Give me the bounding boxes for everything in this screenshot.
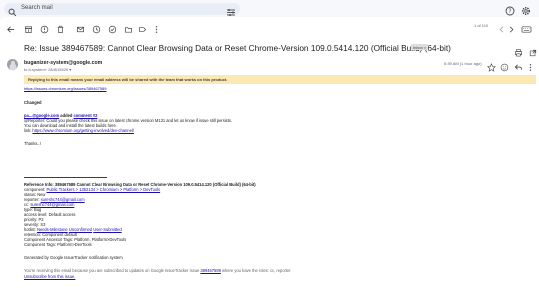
labels-icon[interactable]	[138, 21, 147, 39]
issue-link[interactable]: https://issues.chromium.org/issues/38946…	[24, 86, 107, 91]
component-link[interactable]: Public Trackers > 1362134 > Chromium > P…	[47, 187, 161, 192]
search-bar[interactable]: Search mail	[4, 3, 240, 17]
warning-text: Replying to this email means your email …	[28, 77, 228, 82]
footer-suffix: where you have the roles: cc, reporter	[222, 268, 291, 273]
footer-issue-link[interactable]: 389467589	[200, 268, 221, 273]
sender-avatar	[7, 59, 18, 70]
footer-prefix: You're receiving this email because you …	[24, 268, 200, 273]
pagination-count: 1 of 110	[474, 22, 489, 28]
sender-address[interactable]: buganizer-system@google.com	[24, 60, 102, 66]
top-bar: Search mail ?	[0, 0, 539, 17]
inbox-label-badge[interactable]: Inbox ×	[411, 44, 429, 50]
more-options-icon[interactable]	[152, 21, 161, 39]
older-chevron-icon[interactable]	[508, 21, 515, 39]
snooze-icon[interactable]	[92, 21, 101, 39]
dev-channel-link[interactable]: https://www.chromium.org/getting-involve…	[32, 128, 133, 133]
link-prefix: link:	[24, 128, 32, 133]
divider	[24, 177, 107, 178]
svg-text:?: ?	[508, 8, 511, 15]
keyboard-icon[interactable]	[521, 21, 532, 39]
newer-chevron-icon[interactable]	[498, 21, 505, 39]
email-toolbar: 1 of 110	[0, 17, 539, 35]
add-task-icon[interactable]	[108, 21, 117, 39]
unsubscribe-link[interactable]: Unsubscribe from this issue.	[24, 274, 75, 279]
email-subject: Re: Issue 389467589: Cannot Clear Browsi…	[24, 43, 451, 53]
search-input[interactable]: Search mail	[21, 5, 53, 11]
comment-line-3: link: https://www.chromium.org/getting-i…	[24, 128, 134, 133]
archive-icon[interactable]	[24, 21, 33, 39]
move-to-icon[interactable]	[124, 21, 133, 39]
hotlist-user-submitted[interactable]: User-Submitted	[93, 227, 121, 232]
generated-by-text: Generated by Google IssueTracker notific…	[24, 255, 123, 260]
thanks-text: Thanks..!	[24, 141, 41, 146]
changed-heading: Changed	[24, 100, 42, 105]
component-tags-line: Component Tags: Platform>DevTools	[24, 242, 92, 247]
footer-note: You're receiving this email because you …	[24, 268, 291, 273]
delete-icon[interactable]	[56, 21, 65, 39]
recipient-details[interactable]: to b-system+ 284515529 ▾	[24, 67, 71, 72]
back-arrow-icon[interactable]	[6, 21, 15, 39]
external-reply-warning: Replying to this email means your email …	[24, 75, 536, 84]
report-spam-icon[interactable]	[40, 21, 49, 39]
email-view: 1 of 110 Re: Issue 389467589: Cannot Cle…	[0, 17, 539, 300]
message-date: 5:39 AM (1 hour ago)	[444, 61, 482, 66]
mark-unread-icon[interactable]	[76, 21, 85, 39]
